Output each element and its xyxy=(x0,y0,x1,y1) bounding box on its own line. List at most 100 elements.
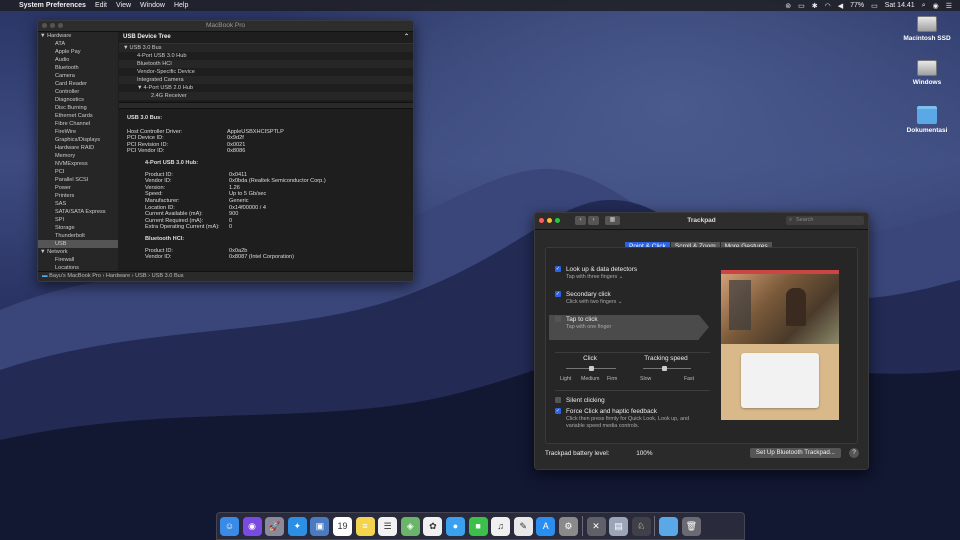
menu-edit[interactable]: Edit xyxy=(95,2,107,9)
sidebar-item[interactable]: SATA/SATA Express xyxy=(38,208,118,216)
sidebar-item[interactable]: ATA xyxy=(38,40,118,48)
sidebar-item[interactable]: Camera xyxy=(38,72,118,80)
facetime-icon[interactable]: ■ xyxy=(468,516,488,536)
system-preferences-icon[interactable]: ⚙ xyxy=(558,516,578,536)
sidebar-item[interactable]: PCI xyxy=(38,168,118,176)
desktop-icon-macintosh-ssd[interactable]: Macintosh SSD xyxy=(897,16,957,42)
preview-icon[interactable]: ▤ xyxy=(609,516,629,536)
sidebar-item[interactable]: Firewall xyxy=(38,256,118,264)
calendar-icon[interactable]: 19 xyxy=(332,516,352,536)
sidebar-item[interactable]: Hardware RAID xyxy=(38,144,118,152)
search-field[interactable]: ⌕ Search xyxy=(786,216,864,225)
sidebar-item[interactable]: SAS xyxy=(38,200,118,208)
menu-help[interactable]: Help xyxy=(174,2,188,9)
checkbox-secondary-click[interactable]: ✓ xyxy=(555,291,561,297)
wifi-icon[interactable]: ◠ xyxy=(825,2,831,10)
sidebar-item[interactable]: SPI xyxy=(38,216,118,224)
sidebar-item[interactable]: Diagnostics xyxy=(38,96,118,104)
creative-cloud-icon[interactable]: ⊚ xyxy=(785,2,791,10)
menu-window[interactable]: Window xyxy=(140,2,165,9)
checkbox-force-click[interactable]: ✓ xyxy=(555,408,561,414)
app-store-icon[interactable]: A xyxy=(536,516,556,536)
tree-row[interactable]: ▼USB 3.0 Bus xyxy=(119,44,413,52)
tracking-speed-slider-knob[interactable] xyxy=(662,366,668,371)
sidebar-item[interactable]: Memory xyxy=(38,152,118,160)
option-tap-to-click[interactable]: Tap to click Tap with one finger xyxy=(555,316,611,330)
sidebar-item[interactable]: NVMExpress xyxy=(38,160,118,168)
photos-icon[interactable]: ✿ xyxy=(423,516,443,536)
disclosure-icon[interactable]: ▼ xyxy=(123,45,129,51)
volume-icon[interactable]: ◀ xyxy=(838,2,843,10)
desktop-icon-windows[interactable]: Windows xyxy=(897,60,957,86)
sidebar-item[interactable]: Card Reader xyxy=(38,80,118,88)
itunes-icon[interactable]: ♫ xyxy=(491,516,511,536)
menu-view[interactable]: View xyxy=(116,2,131,9)
sidebar-group[interactable]: ▼ Network xyxy=(38,248,118,256)
checkbox-silent-clicking[interactable] xyxy=(555,397,561,403)
safari-icon[interactable]: ✦ xyxy=(287,516,307,536)
spotlight-icon[interactable]: ⌕ xyxy=(922,2,926,10)
sidebar-item[interactable]: Ethernet Cards xyxy=(38,112,118,120)
tree-row[interactable]: 2.4G Receiver xyxy=(119,92,413,100)
messages-icon[interactable]: ● xyxy=(445,516,465,536)
option-look-up[interactable]: ✓ Look up & data detectors Tap with three… xyxy=(555,266,637,280)
downloads-folder-icon[interactable] xyxy=(659,516,679,536)
click-slider-knob[interactable] xyxy=(588,366,594,371)
sidebar-item[interactable]: Printers xyxy=(38,192,118,200)
checkbox-tap-to-click[interactable] xyxy=(555,316,561,322)
pages-icon[interactable]: ✎ xyxy=(513,516,533,536)
tree-row[interactable]: Bluetooth HCI xyxy=(119,60,413,68)
sidebar-item[interactable]: Audio xyxy=(38,56,118,64)
tree-header[interactable]: USB Device Tree ⌃ xyxy=(119,32,413,44)
option-look-up-gesture[interactable]: Tap with three fingers ⌄ xyxy=(566,274,637,280)
sidebar-item[interactable]: USB xyxy=(38,240,118,248)
desktop-icon-dokumentasi[interactable]: Dokumentasi xyxy=(897,106,957,134)
minimize-button[interactable] xyxy=(50,23,55,28)
window-titlebar[interactable]: MacBook Pro xyxy=(38,21,413,32)
sidebar-item[interactable]: FireWire xyxy=(38,128,118,136)
sidebar-item[interactable]: Disc Burning xyxy=(38,104,118,112)
option-secondary-click-gesture[interactable]: Click with two fingers ⌄ xyxy=(566,299,622,305)
launchpad-icon[interactable]: 🚀 xyxy=(265,516,285,536)
tree-row[interactable]: ▼4-Port USB 2.0 Hub xyxy=(119,84,413,92)
sidebar-item[interactable]: Graphics/Displays xyxy=(38,136,118,144)
split-divider[interactable] xyxy=(119,102,413,109)
close-button[interactable] xyxy=(42,23,47,28)
script-icon[interactable]: ♘ xyxy=(631,516,651,536)
option-force-click[interactable]: ✓ Force Click and haptic feedback Click t… xyxy=(555,408,701,429)
sidebar-item[interactable]: Fibre Channel xyxy=(38,120,118,128)
trash-icon[interactable]: 🗑 xyxy=(681,516,701,536)
tree-row[interactable]: Vendor-Specific Device xyxy=(119,68,413,76)
notes-icon[interactable]: ≡ xyxy=(355,516,375,536)
battery-percent[interactable]: 77% xyxy=(850,2,864,9)
tree-row[interactable]: Integrated Camera xyxy=(119,76,413,84)
user-avatar-icon[interactable]: ◉ xyxy=(933,2,939,10)
clock[interactable]: Sat 14.41 xyxy=(885,2,915,9)
checkbox-look-up[interactable]: ✓ xyxy=(555,266,561,272)
photo-viewer-icon[interactable]: ▣ xyxy=(310,516,330,536)
finder-icon[interactable]: ☺ xyxy=(220,516,239,536)
setup-bluetooth-trackpad-button[interactable]: Set Up Bluetooth Trackpad... xyxy=(749,448,841,458)
option-silent-clicking[interactable]: Silent clicking xyxy=(555,397,605,404)
maps-icon[interactable]: ◈ xyxy=(400,516,420,536)
sidebar-group[interactable]: ▼ Hardware xyxy=(38,32,118,40)
reminders-icon[interactable]: ☰ xyxy=(378,516,398,536)
tree-row[interactable]: 4-Port USB 3.0 Hub xyxy=(119,52,413,60)
sidebar-item[interactable]: Parallel SCSI xyxy=(38,176,118,184)
airplay-icon[interactable]: ▭ xyxy=(798,2,805,10)
help-button[interactable]: ? xyxy=(849,448,859,458)
sidebar-item[interactable]: Apple Pay xyxy=(38,48,118,56)
collapse-icon[interactable]: ⌃ xyxy=(404,32,409,43)
sidebar-item[interactable]: Power xyxy=(38,184,118,192)
sidebar-item[interactable]: Bluetooth xyxy=(38,64,118,72)
app-menu[interactable]: System Preferences xyxy=(19,2,86,9)
option-secondary-click[interactable]: ✓ Secondary click Click with two fingers … xyxy=(555,291,622,305)
notification-center-icon[interactable]: ☰ xyxy=(946,2,952,10)
window-toolbar[interactable]: ‹ › ▦ Trackpad ⌕ Search xyxy=(535,213,868,230)
sidebar-item[interactable]: Controller xyxy=(38,88,118,96)
siri-icon[interactable]: ◉ xyxy=(242,516,262,536)
disclosure-icon[interactable]: ▼ xyxy=(137,85,143,91)
bluetooth-icon[interactable]: ✱ xyxy=(812,2,818,10)
sidebar-item[interactable]: Storage xyxy=(38,224,118,232)
battery-icon[interactable]: ▭ xyxy=(871,2,878,10)
